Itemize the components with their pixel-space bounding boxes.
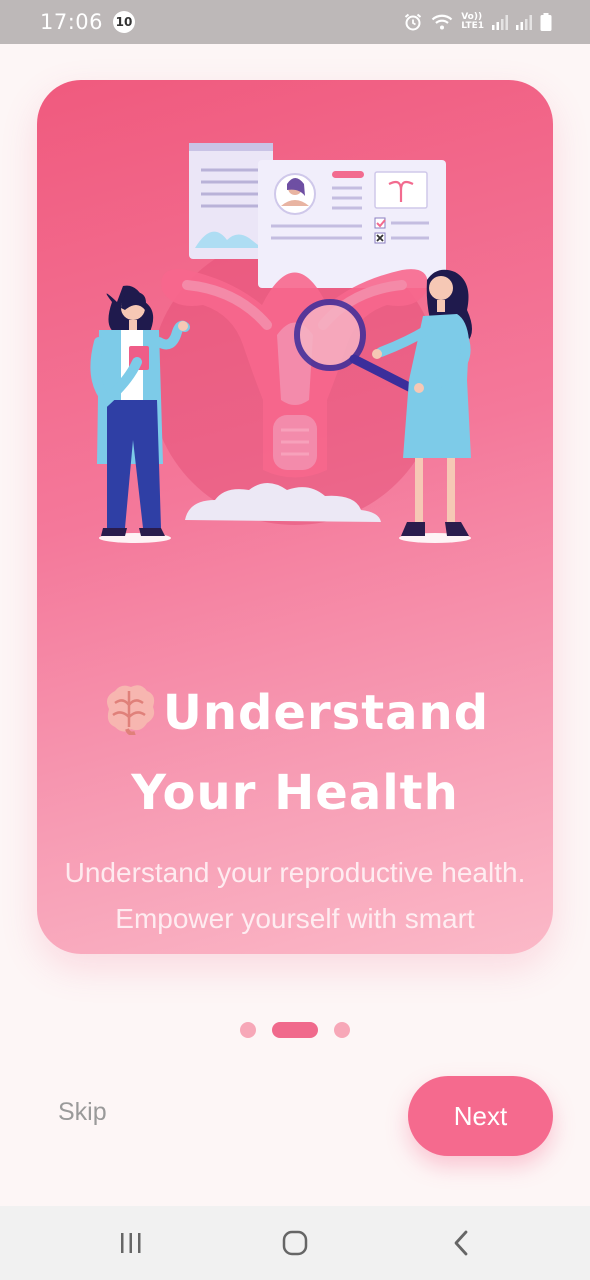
page-indicator [0, 1022, 590, 1038]
title-line-2: Your Health [131, 765, 459, 821]
notification-count-badge: 10 [113, 11, 136, 33]
status-left: 17:06 10 [40, 10, 136, 34]
onboarding-title: Understand Your Health [57, 676, 533, 830]
brain-icon [101, 682, 157, 756]
onboarding-description: Understand your reproductive health. Emp… [64, 857, 526, 954]
wifi-icon [431, 13, 453, 31]
network-label-bottom: LTE1 [461, 21, 484, 31]
skip-button[interactable]: Skip [58, 1098, 107, 1127]
signal-icon [516, 14, 532, 30]
status-bar: 17:06 10 Vo)) LTE1 [0, 0, 590, 44]
health-illustration [90, 143, 472, 543]
recent-apps-icon[interactable] [111, 1228, 151, 1258]
battery-icon [540, 13, 552, 31]
home-icon[interactable] [275, 1228, 315, 1258]
status-time: 17:06 [40, 10, 104, 34]
back-icon[interactable] [441, 1228, 481, 1258]
next-button[interactable]: Next [408, 1076, 553, 1156]
onboarding-card: Understand Your Health Understand your r… [37, 80, 553, 954]
network-label: Vo)) LTE1 [461, 13, 484, 31]
alarm-icon [403, 12, 423, 32]
status-right: Vo)) LTE1 [403, 12, 552, 32]
page-dot-2-active[interactable] [272, 1022, 318, 1038]
page-dot-1[interactable] [240, 1022, 256, 1038]
page-dot-3[interactable] [334, 1022, 350, 1038]
title-line-1: Understand [162, 685, 490, 741]
system-nav-bar [0, 1206, 590, 1280]
signal-icon [492, 14, 508, 30]
